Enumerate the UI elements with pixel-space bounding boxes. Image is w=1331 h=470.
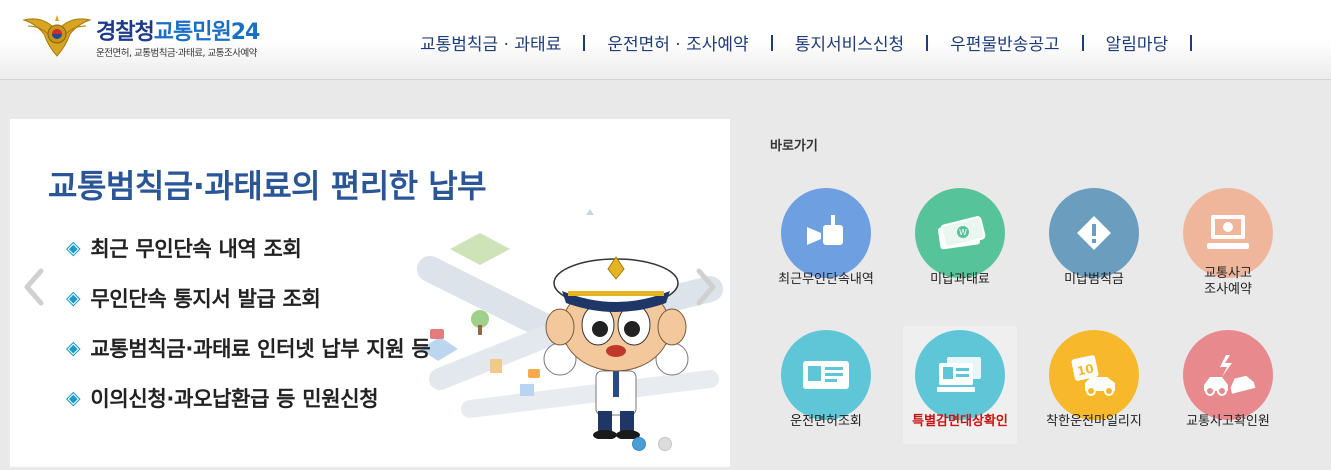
police-emblem-icon — [22, 15, 92, 57]
prev-slide-arrow-icon[interactable] — [22, 267, 46, 307]
quick-link-unpaid-fines[interactable]: W 미납과태료 — [903, 184, 1017, 302]
label-line-1: 교통사고 — [1204, 266, 1252, 281]
quick-link-label: 미납범칙금 — [1064, 272, 1124, 287]
quick-link-circle — [1049, 188, 1139, 278]
quick-link-unpaid-penalties[interactable]: 미납범칙금 — [1037, 184, 1151, 302]
document-check-icon — [937, 357, 981, 392]
quick-link-circle: 10 — [1049, 330, 1139, 420]
quick-link-circle — [781, 330, 871, 420]
slide-pager — [632, 437, 672, 451]
nav-divider — [926, 34, 929, 51]
quick-link-circle — [915, 330, 1005, 420]
diamond-bullet-icon: ◈ — [66, 237, 81, 259]
banner-title: 교통범칙금·과태료의 편리한 납부 — [48, 167, 487, 205]
quick-link-label: 착한운전마일리지 — [1046, 414, 1142, 429]
nav-item-notice[interactable]: 알림마당 — [1106, 30, 1169, 55]
police-mascot — [543, 256, 689, 439]
label-line-2: 조사예약 — [1204, 282, 1252, 297]
quick-links-title: 바로가기 — [770, 139, 818, 154]
slide-dot-2[interactable] — [658, 437, 672, 451]
nav-divider — [1081, 34, 1084, 51]
banner-illustration — [417, 209, 723, 439]
car-crash-icon — [1204, 355, 1256, 396]
mileage-icon: 10 — [1071, 355, 1115, 396]
list-item: ◈ 이의신청·과오납환급 등 민원신청 — [66, 373, 430, 423]
money-icon: W — [938, 216, 986, 250]
quick-link-label: 교통사고 조사예약 — [1171, 266, 1285, 298]
banner-bullet-list: ◈ 최근 무인단속 내역 조회 ◈ 무인단속 통지서 발급 조회 ◈ 교통범칙금·과태… — [66, 223, 431, 423]
nav-item-license[interactable]: 운전면허 · 조사예약 — [607, 30, 748, 55]
nav-divider — [583, 34, 586, 51]
camera-icon — [807, 215, 843, 245]
next-slide-arrow-icon[interactable] — [694, 267, 718, 307]
quick-link-label: 교통사고확인원 — [1186, 414, 1270, 429]
bullet-text: 이의신청·과오납환급 등 민원신청 — [90, 387, 379, 411]
diamond-bullet-icon: ◈ — [66, 287, 81, 309]
quick-link-label: 최근무인단속내역 — [778, 272, 874, 287]
quick-link-circle — [781, 188, 871, 278]
brand-agency: 경찰청 — [96, 20, 155, 45]
nav-item-returned-mail[interactable]: 우편물반송공고 — [950, 30, 1059, 55]
monitor-icon — [1207, 215, 1249, 249]
quick-link-circle — [1183, 330, 1273, 420]
brand-service: 교통민원24 — [153, 20, 261, 45]
quick-link-circle — [1183, 188, 1273, 278]
brand-subtitle: 운전면허, 교통범칙금·과태료, 교통조사예약 — [96, 48, 257, 59]
license-card-icon — [803, 361, 849, 389]
nav-item-fines[interactable]: 교통범칙금 · 과태료 — [420, 30, 561, 55]
brand-title: 경찰청교통민원24 — [96, 14, 261, 46]
list-item: ◈ 최근 무인단속 내역 조회 — [66, 223, 430, 273]
diamond-bullet-icon: ◈ — [66, 387, 81, 409]
quick-link-good-driving-mileage[interactable]: 10 착한운전마일리지 — [1037, 326, 1151, 444]
quick-link-accident-certificate[interactable]: 교통사고확인원 — [1171, 326, 1285, 444]
warning-icon — [1077, 216, 1111, 250]
svg-text:W: W — [959, 228, 967, 237]
quick-link-label: 미납과태료 — [930, 272, 990, 287]
bullet-text: 최근 무인단속 내역 조회 — [90, 237, 302, 261]
quick-link-circle: W — [915, 188, 1005, 278]
quick-link-license-lookup[interactable]: 운전면허조회 — [769, 326, 883, 444]
list-item: ◈ 무인단속 통지서 발급 조회 — [66, 273, 430, 323]
quick-link-special-reduction[interactable]: 특별감면대상확인 — [903, 326, 1017, 444]
nav-divider — [1190, 34, 1193, 51]
main-banner[interactable]: 교통범칙금·과태료의 편리한 납부 ◈ 최근 무인단속 내역 조회 ◈ 무인단속 통… — [10, 119, 730, 467]
nav-item-notification[interactable]: 통지서비스신청 — [795, 30, 904, 55]
bullet-text: 교통범칙금·과태료 인터넷 납부 지원 등 — [90, 337, 431, 361]
quick-link-accident-reservation[interactable]: 교통사고 조사예약 — [1171, 184, 1285, 302]
list-item: ◈ 교통범칙금·과태료 인터넷 납부 지원 등 — [66, 323, 431, 373]
main-nav: 교통범칙금 · 과태료 운전면허 · 조사예약 통지서비스신청 우편물반송공고 … — [420, 30, 1214, 55]
quick-link-recent-enforcement[interactable]: 최근무인단속내역 — [769, 184, 883, 302]
quick-link-label: 운전면허조회 — [790, 414, 862, 429]
header: 경찰청교통민원24 운전면허, 교통범칙금·과태료, 교통조사예약 교통범칙금 … — [0, 0, 1331, 80]
nav-divider — [770, 34, 773, 51]
bullet-text: 무인단속 통지서 발급 조회 — [90, 287, 321, 311]
quick-link-label: 특별감면대상확인 — [912, 414, 1008, 429]
diamond-bullet-icon: ◈ — [66, 337, 81, 359]
logo[interactable]: 경찰청교통민원24 운전면허, 교통범칙금·과태료, 교통조사예약 — [22, 12, 312, 62]
slide-dot-1[interactable] — [632, 437, 646, 451]
